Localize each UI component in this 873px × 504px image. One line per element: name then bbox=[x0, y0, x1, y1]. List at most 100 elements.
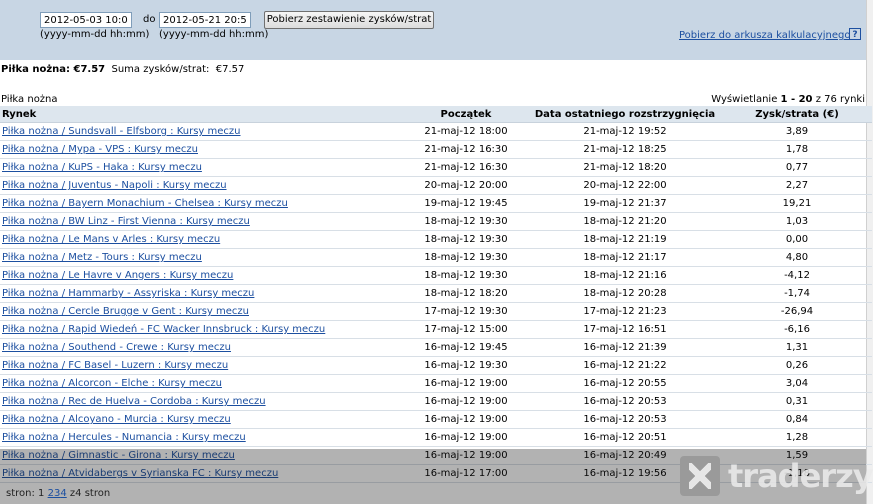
market-cell: Piłka nożna / KuPS - Haka : Kursy meczu bbox=[0, 158, 404, 177]
start-cell: 16-maj-12 19:45 bbox=[404, 338, 528, 357]
start-cell: 18-maj-12 19:30 bbox=[404, 266, 528, 285]
col-start-header[interactable]: Początek bbox=[404, 106, 528, 123]
table-row: Piłka nożna / Southend - Crewe : Kursy m… bbox=[0, 338, 872, 357]
profit-cell: -6,16 bbox=[722, 320, 872, 339]
market-link[interactable]: Piłka nożna / FC Basel - Luzern : Kursy … bbox=[2, 360, 228, 371]
get-report-button[interactable]: Pobierz zestawienie zysków/strat bbox=[264, 11, 434, 29]
profit-cell: 19,21 bbox=[722, 194, 872, 213]
profit-cell: -26,94 bbox=[722, 302, 872, 321]
col-profit-header[interactable]: Zysk/strata (€) bbox=[722, 106, 872, 123]
profit-cell: 1,31 bbox=[722, 338, 872, 357]
markets-table: Rynek Początek Data ostatniego rozstrzyg… bbox=[0, 106, 872, 483]
settled-cell: 16-maj-12 20:53 bbox=[528, 410, 722, 429]
profit-cell: 1,28 bbox=[722, 428, 872, 447]
pages-count: z4 stron bbox=[69, 488, 111, 499]
page-link-1[interactable]: 1 bbox=[38, 488, 44, 499]
market-cell: Piłka nożna / Le Havre v Angers : Kursy … bbox=[0, 266, 404, 285]
table-row: Piłka nożna / Hercules - Numancia : Kurs… bbox=[0, 428, 872, 447]
filter-bar: do (yyyy-mm-dd hh:mm) (yyyy-mm-dd hh:mm)… bbox=[0, 0, 866, 60]
market-link[interactable]: Piłka nożna / Metz - Tours : Kursy meczu bbox=[2, 252, 202, 263]
table-row: Piłka nożna / Mypa - VPS : Kursy meczu 21… bbox=[0, 140, 872, 159]
settled-cell: 16-maj-12 20:51 bbox=[528, 428, 722, 447]
settled-cell: 20-maj-12 22:00 bbox=[528, 176, 722, 195]
market-link[interactable]: Piłka nożna / Rec de Huelva - Cordoba : … bbox=[2, 396, 266, 407]
profit-cell: 0,00 bbox=[722, 230, 872, 249]
profit-cell: 0,84 bbox=[722, 410, 872, 429]
market-cell: Piłka nożna / Sundsvall - Elfsborg : Kur… bbox=[0, 122, 404, 141]
table-row: Piłka nożna / Metz - Tours : Kursy meczu… bbox=[0, 248, 872, 267]
settled-cell: 16-maj-12 21:39 bbox=[528, 338, 722, 357]
market-link[interactable]: Piłka nożna / Le Mans v Arles : Kursy me… bbox=[2, 234, 220, 245]
date-from-input[interactable] bbox=[40, 12, 132, 28]
market-cell: Piłka nożna / Rapid Wiedeń - FC Wacker I… bbox=[0, 320, 404, 339]
watermark: traderzy.pl bbox=[676, 452, 873, 500]
settled-cell: 21-maj-12 18:20 bbox=[528, 158, 722, 177]
market-cell: Piłka nożna / Juventus - Napoli : Kursy … bbox=[0, 176, 404, 195]
market-link[interactable]: Piłka nożna / Alcorcon - Elche : Kursy m… bbox=[2, 378, 222, 389]
market-cell: Piłka nożna / Metz - Tours : Kursy meczu bbox=[0, 248, 404, 267]
market-link[interactable]: Piłka nożna / Rapid Wiedeń - FC Wacker I… bbox=[2, 324, 325, 335]
table-row: Piłka nożna / FC Basel - Luzern : Kursy … bbox=[0, 356, 872, 375]
market-cell: Piłka nożna / Cercle Brugge v Gent : Kur… bbox=[0, 302, 404, 321]
start-cell: 17-maj-12 19:30 bbox=[404, 302, 528, 321]
settled-cell: 19-maj-12 21:37 bbox=[528, 194, 722, 213]
start-cell: 20-maj-12 20:00 bbox=[404, 176, 528, 195]
table-row: Piłka nożna / Juventus - Napoli : Kursy … bbox=[0, 176, 872, 195]
profit-cell: 3,89 bbox=[722, 122, 872, 141]
col-settled-header[interactable]: Data ostatniego rozstrzygnięcia bbox=[528, 106, 722, 123]
export-spreadsheet-link[interactable]: Pobierz do arkusza kalkulacyjnego bbox=[679, 30, 850, 41]
profit-cell: 0,31 bbox=[722, 392, 872, 411]
settled-cell: 18-maj-12 21:17 bbox=[528, 248, 722, 267]
start-cell: 21-maj-12 16:30 bbox=[404, 140, 528, 159]
market-link[interactable]: Piłka nożna / Southend - Crewe : Kursy m… bbox=[2, 342, 231, 353]
section-title: Piłka nożna bbox=[1, 94, 58, 105]
settled-cell: 16-maj-12 21:22 bbox=[528, 356, 722, 375]
market-link[interactable]: Piłka nożna / Le Havre v Angers : Kursy … bbox=[2, 270, 233, 281]
market-link[interactable]: Piłka nożna / Bayern Monachium - Chelsea… bbox=[2, 198, 288, 209]
profit-cell: 1,03 bbox=[722, 212, 872, 231]
market-cell: Piłka nożna / Rec de Huelva - Cordoba : … bbox=[0, 392, 404, 411]
market-cell: Piłka nożna / FC Basel - Luzern : Kursy … bbox=[0, 356, 404, 375]
profit-cell: -4,12 bbox=[722, 266, 872, 285]
market-cell: Piłka nożna / Hercules - Numancia : Kurs… bbox=[0, 428, 404, 447]
market-link[interactable]: Piłka nożna / BW Linz - First Vienna : K… bbox=[2, 216, 250, 227]
market-link[interactable]: Piłka nożna / Hercules - Numancia : Kurs… bbox=[2, 432, 246, 443]
start-cell: 16-maj-12 19:00 bbox=[404, 392, 528, 411]
market-cell: Piłka nożna / Mypa - VPS : Kursy meczu bbox=[0, 140, 404, 159]
settled-cell: 16-maj-12 20:53 bbox=[528, 392, 722, 411]
table-row: Piłka nożna / Rapid Wiedeń - FC Wacker I… bbox=[0, 320, 872, 339]
settled-cell: 21-maj-12 18:25 bbox=[528, 140, 722, 159]
market-link[interactable]: Piłka nożna / Hammarby - Assyriska : Kur… bbox=[2, 288, 254, 299]
market-link[interactable]: Piłka nożna / Alcoyano - Murcia : Kursy … bbox=[2, 414, 231, 425]
paging-range: 1 - 20 bbox=[780, 94, 813, 105]
date-to-hint: (yyyy-mm-dd hh:mm) bbox=[159, 29, 269, 40]
market-link[interactable]: Piłka nożna / Cercle Brugge v Gent : Kur… bbox=[2, 306, 249, 317]
market-link[interactable]: Piłka nożna / Juventus - Napoli : Kursy … bbox=[2, 180, 227, 191]
table-header-row: Rynek Początek Data ostatniego rozstrzyg… bbox=[0, 106, 872, 123]
date-to-input[interactable] bbox=[159, 12, 251, 28]
market-link[interactable]: Piłka nożna / Mypa - VPS : Kursy meczu bbox=[2, 144, 198, 155]
paging-info: Wyświetlanie 1 - 20 z 76 rynki bbox=[711, 94, 865, 105]
total-value: €7.57 bbox=[215, 64, 245, 75]
profit-cell: 4,80 bbox=[722, 248, 872, 267]
watermark-text: traderzy.pl bbox=[728, 457, 873, 495]
total-label: Suma zysków/strat: bbox=[111, 64, 210, 75]
col-market-header[interactable]: Rynek bbox=[0, 106, 404, 123]
settled-cell: 21-maj-12 19:52 bbox=[528, 122, 722, 141]
table-row: Piłka nożna / BW Linz - First Vienna : K… bbox=[0, 212, 872, 231]
market-cell: Piłka nożna / Southend - Crewe : Kursy m… bbox=[0, 338, 404, 357]
settled-cell: 18-maj-12 21:20 bbox=[528, 212, 722, 231]
settled-cell: 18-maj-12 21:19 bbox=[528, 230, 722, 249]
profit-cell: -1,74 bbox=[722, 284, 872, 303]
page-link-4[interactable]: 4 bbox=[60, 488, 66, 499]
profit-cell: 1,78 bbox=[722, 140, 872, 159]
settled-cell: 16-maj-12 20:55 bbox=[528, 374, 722, 393]
profit-cell: 2,27 bbox=[722, 176, 872, 195]
pages-label: stron: bbox=[6, 488, 35, 499]
market-link[interactable]: Piłka nożna / Sundsvall - Elfsborg : Kur… bbox=[2, 126, 241, 137]
market-link[interactable]: Piłka nożna / KuPS - Haka : Kursy meczu bbox=[2, 162, 202, 173]
help-icon[interactable]: ? bbox=[849, 28, 861, 40]
settled-cell: 17-maj-12 21:23 bbox=[528, 302, 722, 321]
profit-cell: 0,77 bbox=[722, 158, 872, 177]
table-body: Piłka nożna / Sundsvall - Elfsborg : Kur… bbox=[0, 122, 872, 483]
